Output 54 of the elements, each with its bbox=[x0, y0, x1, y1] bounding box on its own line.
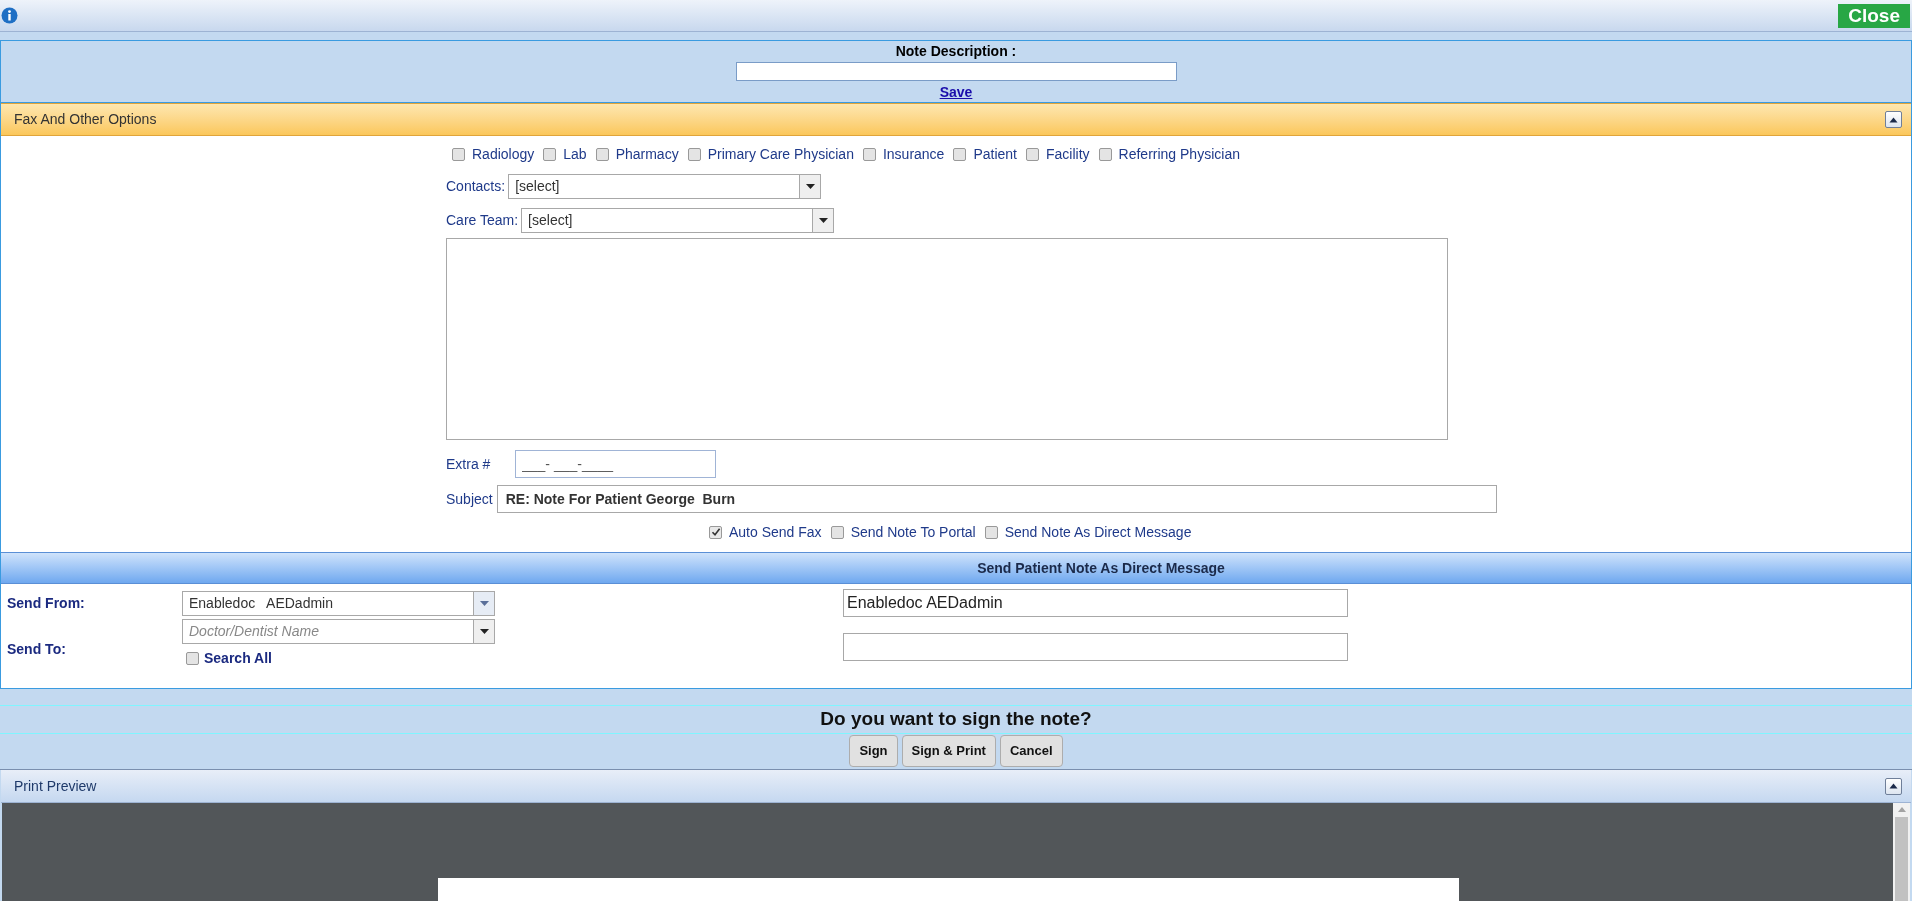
subject-label: Subject bbox=[446, 489, 493, 509]
section-title: Fax And Other Options bbox=[14, 110, 157, 129]
section-title: Print Preview bbox=[14, 776, 97, 796]
send-from-label: Send From: bbox=[7, 593, 86, 613]
checkbox-label: Referring Physician bbox=[1118, 144, 1240, 164]
send-from-dropdown[interactable]: Enabledoc AEDadmin bbox=[182, 590, 495, 616]
checkbox[interactable] bbox=[709, 525, 722, 539]
from-address-field[interactable]: Enabledoc AEDadmin bbox=[843, 589, 1348, 617]
checkbox-label: Patient bbox=[973, 144, 1017, 164]
checkbox[interactable] bbox=[953, 147, 967, 161]
sign-question: Do you want to sign the note? bbox=[820, 707, 1092, 732]
checkbox[interactable] bbox=[452, 147, 465, 161]
checkbox[interactable] bbox=[1026, 147, 1039, 161]
checkbox[interactable] bbox=[687, 147, 701, 161]
section-title: Send Patient Note As Direct Message bbox=[976, 558, 1225, 578]
sign-button[interactable]: Sign & Print bbox=[901, 735, 996, 767]
checkbox[interactable] bbox=[543, 147, 557, 161]
checkbox-label: Insurance bbox=[882, 144, 945, 164]
collapse-arrow-icon bbox=[1889, 783, 1898, 789]
checkbox-label: Send Note As Direct Message bbox=[1004, 522, 1192, 542]
extra-number-label: Extra # bbox=[446, 454, 492, 474]
checkbox-label: Lab bbox=[563, 144, 587, 164]
checkbox-label: Search All bbox=[204, 649, 272, 668]
send-to-label: Send To: bbox=[7, 640, 67, 659]
checkbox-label: Facility bbox=[1046, 144, 1090, 164]
info-icon bbox=[1, 7, 18, 24]
note-description-label: Note Description : bbox=[895, 41, 1017, 61]
collapse-button[interactable] bbox=[1885, 777, 1902, 795]
save-link[interactable]: Save bbox=[939, 81, 973, 103]
checkbox-label: Pharmacy bbox=[615, 144, 679, 164]
care-team-dropdown[interactable]: [select] bbox=[521, 207, 835, 233]
to-address-field[interactable] bbox=[843, 633, 1348, 661]
checkbox-label: Primary Care Physician bbox=[707, 144, 854, 164]
checkbox[interactable] bbox=[830, 525, 844, 539]
extra-number-field[interactable]: ___- ___-____ bbox=[515, 450, 716, 478]
sign-button[interactable]: Sign bbox=[849, 735, 898, 767]
checkbox[interactable] bbox=[1098, 147, 1112, 161]
checkbox[interactable] bbox=[595, 147, 609, 161]
checkbox[interactable] bbox=[186, 652, 199, 665]
collapse-button[interactable] bbox=[1885, 111, 1902, 128]
checkbox-label: Auto Send Fax bbox=[729, 522, 822, 542]
checkbox-label: Send Note To Portal bbox=[850, 522, 976, 542]
checkbox[interactable] bbox=[862, 147, 876, 161]
checkbox-label: Radiology bbox=[472, 144, 535, 164]
subject-field[interactable]: RE: Note For Patient George Burn bbox=[496, 485, 1497, 513]
contacts-dropdown[interactable]: [select] bbox=[508, 173, 822, 199]
collapse-arrow-icon bbox=[1889, 116, 1898, 123]
checkbox[interactable] bbox=[984, 525, 998, 539]
note-description-field[interactable] bbox=[735, 61, 1177, 81]
scrollbar[interactable] bbox=[1893, 803, 1910, 901]
care-team-label: Care Team: bbox=[446, 210, 519, 230]
contacts-label: Contacts: bbox=[446, 176, 506, 196]
sign-button[interactable]: Cancel bbox=[999, 735, 1063, 767]
send-to-dropdown[interactable]: Doctor/Dentist Name bbox=[182, 619, 495, 644]
